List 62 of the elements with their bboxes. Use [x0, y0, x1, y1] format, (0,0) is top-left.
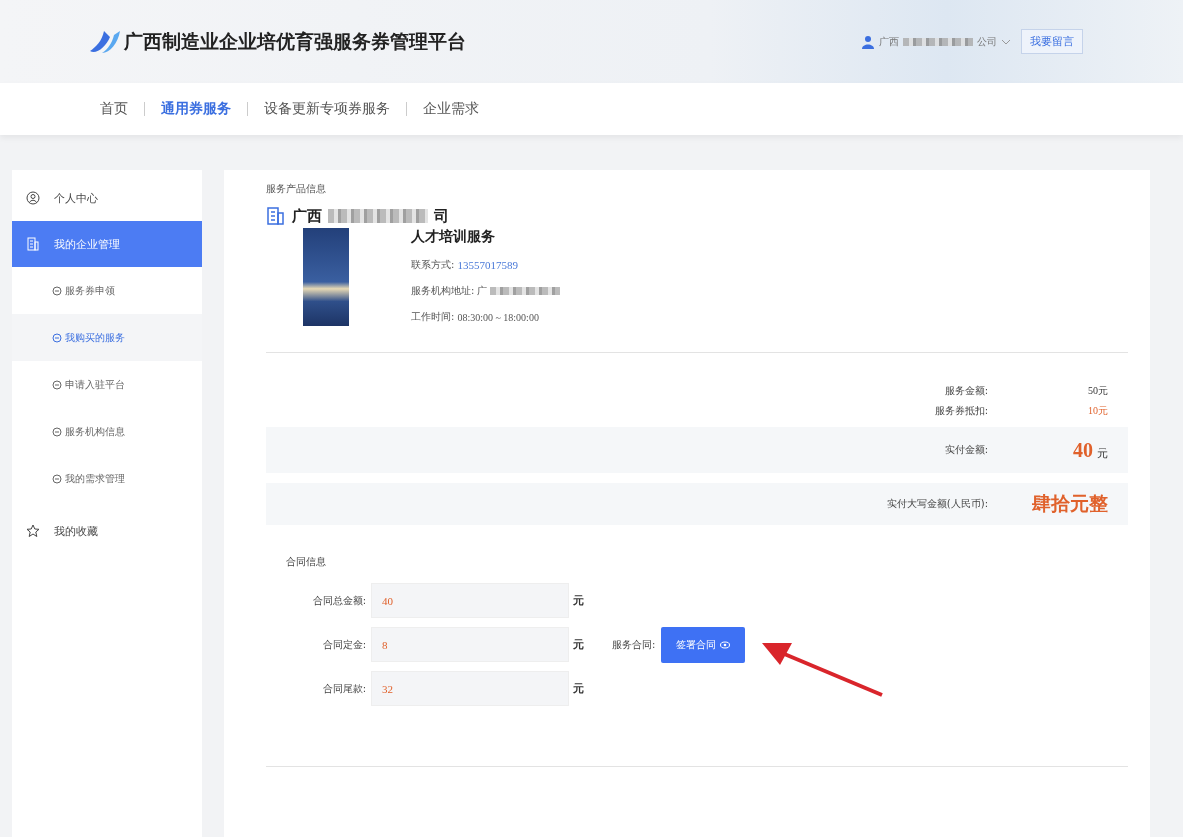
- chevron-down-icon[interactable]: [1001, 38, 1011, 45]
- discount-label: 服务券抵扣:: [934, 404, 988, 418]
- paid-label: 实付金额:: [944, 443, 988, 457]
- sidebar-subitem[interactable]: 服务券申领: [12, 267, 202, 314]
- nav-tab[interactable]: 通用券服务: [161, 100, 231, 118]
- star-icon: [26, 524, 40, 538]
- field-label: 服务机构地址:: [411, 284, 475, 298]
- nav-tab[interactable]: 首页: [100, 100, 128, 118]
- leave-message-button[interactable]: 我要留言: [1021, 29, 1083, 54]
- service-name: 人才培训服务: [411, 228, 496, 246]
- logo-icon: [88, 28, 122, 55]
- unit-label: 元: [573, 681, 584, 696]
- discount-value: 10元: [1087, 404, 1108, 418]
- amount-input[interactable]: 8: [371, 627, 569, 662]
- paid-words-label: 实付大写金额(人民币):: [886, 497, 988, 511]
- nav-tab[interactable]: 设备更新专项券服务: [264, 100, 390, 118]
- circle-bullet-icon: [52, 426, 62, 437]
- user-icon: [861, 34, 875, 49]
- circle-bullet-icon: [52, 285, 62, 296]
- field-label: 工作时间:: [411, 310, 455, 324]
- circle-bullet-icon: [52, 332, 62, 343]
- sidebar-subitem[interactable]: 我购买的服务: [12, 314, 202, 361]
- working-hours: 08:30:00 ~ 18:00:00: [457, 311, 539, 323]
- circle-bullet-icon: [52, 473, 62, 484]
- amount-value: 50元: [1087, 384, 1108, 398]
- platform-title: 广西制造业企业培优育强服务券管理平台: [124, 28, 466, 54]
- field-label: 合同尾款:: [321, 681, 366, 696]
- sign-contract-button[interactable]: 签署合同: [661, 626, 746, 663]
- redacted-text: [490, 287, 561, 295]
- field-label: 合同总金额:: [311, 593, 366, 608]
- redacted-text: [903, 37, 973, 46]
- paid-words-value: 肆拾元整: [1031, 491, 1108, 516]
- address-text: 广: [477, 284, 488, 298]
- company-name: 广西: [292, 206, 322, 226]
- nav-tab[interactable]: 企业需求: [423, 100, 479, 118]
- sidebar-item[interactable]: 个人中心: [12, 175, 202, 221]
- paid-value: 40: [1073, 438, 1093, 461]
- user-name[interactable]: 广西: [879, 34, 899, 49]
- circle-bullet-icon: [52, 379, 62, 390]
- user-name-suffix[interactable]: 公司: [977, 34, 997, 49]
- section-title: 服务产品信息: [266, 182, 327, 196]
- field-label: 联系方式:: [411, 258, 455, 272]
- amount-input[interactable]: 40: [371, 583, 569, 618]
- company-name-suffix: 司: [434, 206, 449, 226]
- sidebar-item[interactable]: 我的企业管理: [12, 221, 202, 267]
- amount-label: 服务金额:: [944, 384, 988, 398]
- unit-label: 元: [573, 637, 584, 652]
- unit-label: 元: [573, 593, 584, 608]
- amount-input[interactable]: 32: [371, 671, 569, 706]
- sidebar-subitem[interactable]: 我的需求管理: [12, 455, 202, 502]
- field-label: 服务合同:: [612, 637, 656, 652]
- building-icon: [266, 206, 286, 226]
- section-title: 合同信息: [285, 555, 327, 569]
- eye-icon: [720, 640, 731, 649]
- phone-number: 13557017589: [457, 259, 518, 271]
- user-circle-icon: [26, 191, 40, 205]
- sidebar-subitem[interactable]: 申请入驻平台: [12, 361, 202, 408]
- sidebar-subitem[interactable]: 服务机构信息: [12, 408, 202, 455]
- sidebar-item[interactable]: 我的收藏: [12, 508, 202, 554]
- field-label: 合同定金:: [321, 637, 366, 652]
- building-icon: [26, 237, 40, 251]
- currency-unit: 元: [1097, 446, 1108, 460]
